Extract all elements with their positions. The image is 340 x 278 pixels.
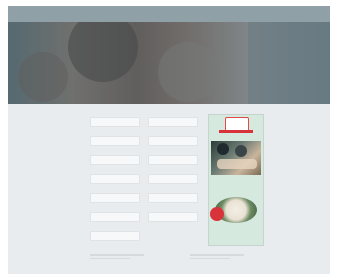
form-field[interactable] <box>90 193 140 203</box>
brand-ribbon <box>219 130 253 133</box>
form-field[interactable] <box>90 136 140 146</box>
form-field[interactable] <box>148 174 198 184</box>
form-row <box>90 228 200 247</box>
footer-column <box>90 252 160 259</box>
chefs-photo <box>211 141 261 175</box>
form-field[interactable] <box>148 117 198 127</box>
form-row <box>90 190 200 209</box>
page-footer <box>90 252 270 270</box>
form-field[interactable] <box>90 155 140 165</box>
form-row <box>90 114 200 133</box>
footer-text-line <box>190 254 244 256</box>
web-page <box>8 6 330 274</box>
footer-column <box>190 252 260 259</box>
photo-shape <box>217 143 229 155</box>
form-field[interactable] <box>148 155 198 165</box>
promo-poster[interactable] <box>208 114 264 246</box>
photo-shape <box>217 159 257 169</box>
hero-banner <box>8 22 330 104</box>
top-nav-bar <box>8 6 330 22</box>
form-row <box>90 133 200 152</box>
form-field[interactable] <box>90 174 140 184</box>
application-form <box>90 114 200 247</box>
form-field[interactable] <box>148 212 198 222</box>
form-row <box>90 171 200 190</box>
form-row <box>90 152 200 171</box>
form-field[interactable] <box>148 193 198 203</box>
form-field[interactable] <box>90 212 140 222</box>
footer-text-line <box>190 257 230 259</box>
form-field[interactable] <box>90 117 140 127</box>
photo-shape <box>235 145 247 157</box>
hero-overlay <box>8 22 330 104</box>
footer-text-line <box>90 257 130 259</box>
promo-badge <box>210 207 224 221</box>
footer-text-line <box>90 254 144 256</box>
form-row <box>90 209 200 228</box>
form-field[interactable] <box>148 136 198 146</box>
form-field[interactable] <box>90 231 140 241</box>
